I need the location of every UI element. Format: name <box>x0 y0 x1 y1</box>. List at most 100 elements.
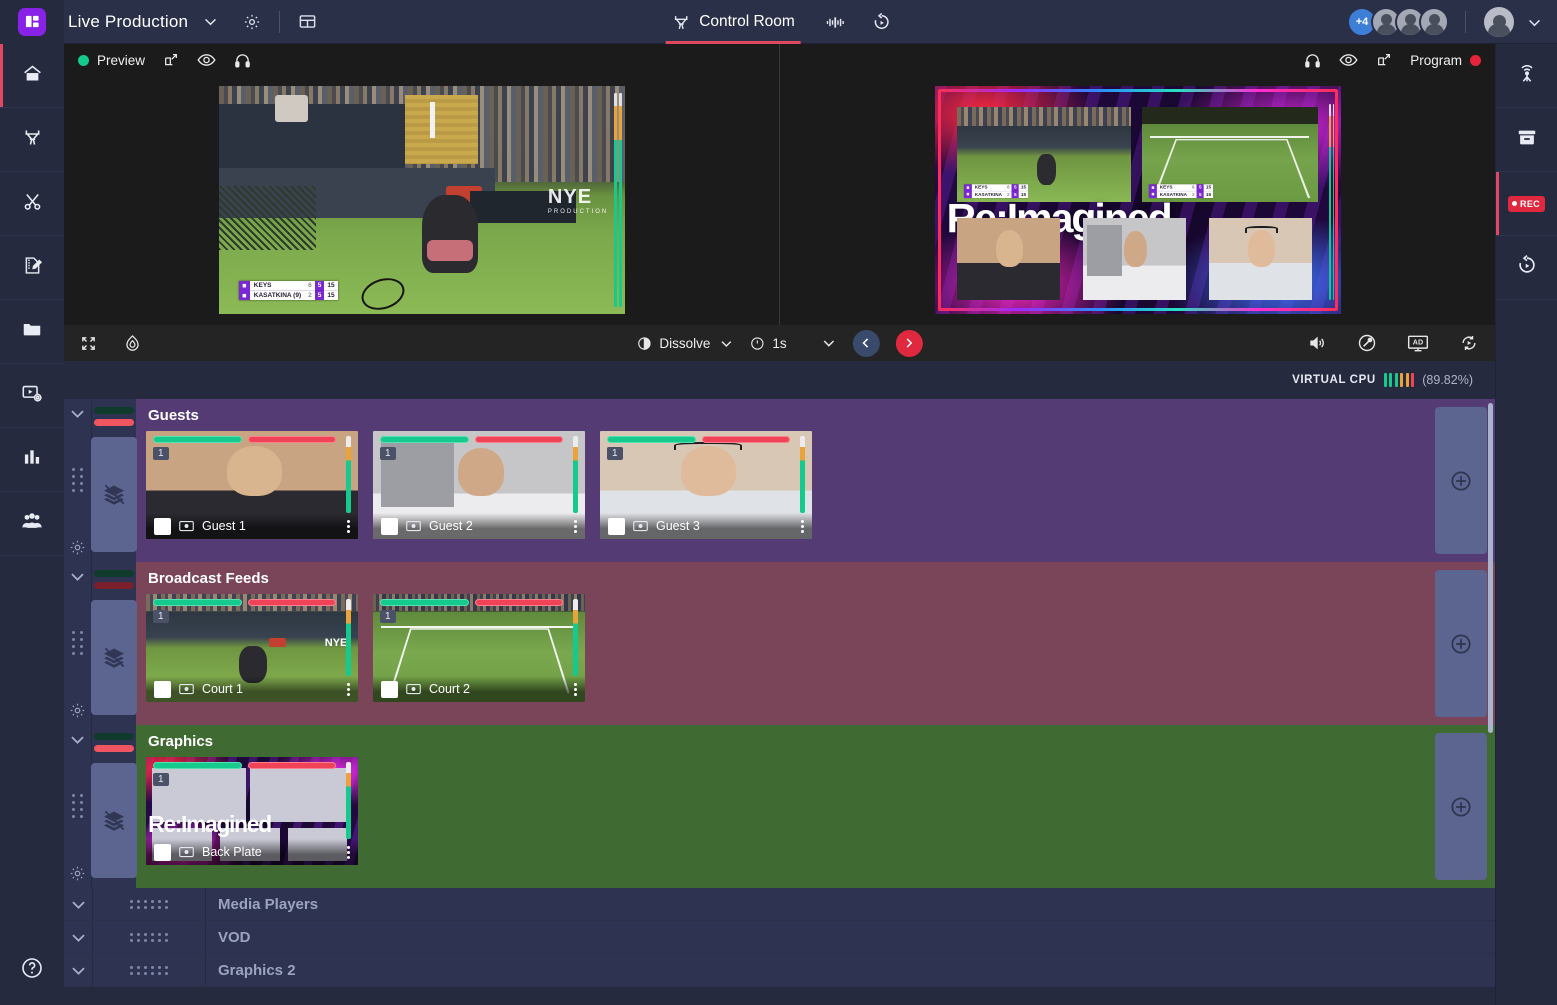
gear-icon[interactable] <box>64 695 92 725</box>
layers-off-icon[interactable] <box>91 763 137 878</box>
select-checkbox[interactable] <box>154 843 171 861</box>
select-checkbox[interactable] <box>154 680 171 698</box>
source-thumbnail[interactable]: 1 Court 2 <box>373 594 585 702</box>
svg-text:AD: AD <box>1413 337 1423 346</box>
rows-scrollbar[interactable] <box>1488 403 1493 733</box>
kebab-menu-icon[interactable] <box>574 682 577 696</box>
headphones-icon[interactable] <box>1304 52 1321 69</box>
cpu-label: VIRTUAL CPU <box>1292 374 1376 386</box>
drag-handle-icon[interactable] <box>93 899 205 909</box>
sidebar-item-production[interactable] <box>0 108 64 172</box>
gear-icon[interactable] <box>64 858 92 888</box>
fullscreen-icon[interactable] <box>80 335 97 352</box>
preview-video[interactable]: NYE PRODUCTION ◼ ◼ KEYS KASATKINA (9) 6 2 <box>218 86 625 314</box>
sidebar-item-record[interactable]: REC <box>1495 172 1557 236</box>
sidebar-item-people[interactable] <box>0 492 64 556</box>
sidebar-item-notes[interactable] <box>0 236 64 300</box>
source-thumbnail[interactable]: 1 Guest 3 <box>600 431 812 539</box>
page-title: Live Production <box>68 11 189 31</box>
eye-icon[interactable] <box>197 53 216 67</box>
ad-screen-icon[interactable]: AD <box>1407 334 1429 353</box>
audio-mixer-icon[interactable] <box>826 15 846 30</box>
collapsed-row-graphics-2[interactable]: Graphics 2 <box>64 954 1495 987</box>
camera-source-icon <box>406 520 421 532</box>
eye-icon[interactable] <box>1339 53 1358 67</box>
program-video[interactable]: ◼ ◼ KEYS KASATKINA 62 55 15 15 ◼ ◼ KEYS KASAT… <box>934 86 1341 314</box>
help-circle-icon[interactable] <box>20 956 44 985</box>
sidebar-item-analytics[interactable] <box>0 428 64 492</box>
row-title: Broadcast Feeds <box>148 570 269 587</box>
source-thumbnail[interactable]: 1 Guest 2 <box>373 431 585 539</box>
collapsed-row-media-players[interactable]: Media Players <box>64 888 1495 921</box>
chevron-down-icon[interactable] <box>64 928 92 947</box>
camera-source-icon <box>179 683 194 695</box>
select-checkbox[interactable] <box>608 517 625 535</box>
add-source-button[interactable] <box>1435 407 1487 554</box>
select-checkbox[interactable] <box>381 680 398 698</box>
replay-icon[interactable] <box>872 12 892 32</box>
layers-off-icon[interactable] <box>91 600 137 715</box>
thumbnail-list: NYE 1 Court 1 1 Court 2 <box>146 594 1495 702</box>
rec-badge-icon: REC <box>1508 195 1545 212</box>
drag-handle-icon[interactable] <box>93 932 205 942</box>
gear-icon[interactable] <box>64 532 92 562</box>
layout-icon[interactable] <box>298 12 317 31</box>
transition-duration-label: 1s <box>772 335 787 351</box>
chevron-down-icon[interactable] <box>64 399 92 427</box>
program-monitor: Program ◼ ◼ KEYS KASATKINA 62 55 15 15 ◼… <box>780 44 1495 325</box>
source-thumbnail[interactable]: NYE 1 Court 1 <box>146 594 358 702</box>
sidebar-item-media[interactable] <box>0 300 64 364</box>
speaker-icon[interactable] <box>1307 334 1327 352</box>
sidebar-item-archive[interactable] <box>1495 108 1557 172</box>
chevron-down-icon[interactable] <box>64 562 92 590</box>
chevron-down-icon[interactable] <box>64 725 92 753</box>
app-logo[interactable] <box>0 0 64 44</box>
kebab-menu-icon[interactable] <box>347 519 350 533</box>
chevron-down-icon[interactable] <box>202 13 219 30</box>
kebab-menu-icon[interactable] <box>347 845 350 859</box>
level-bar <box>800 436 805 513</box>
kebab-menu-icon[interactable] <box>801 519 804 533</box>
drag-handle-icon[interactable] <box>93 965 205 975</box>
collaborator-avatars[interactable]: +4 <box>1347 7 1449 37</box>
sidebar-item-player-settings[interactable] <box>0 364 64 428</box>
chevron-down-icon[interactable] <box>64 895 92 914</box>
source-thumbnail[interactable]: 1 Guest 1 <box>146 431 358 539</box>
avatar[interactable] <box>1419 7 1449 37</box>
collapsed-row-vod[interactable]: VOD <box>64 921 1495 954</box>
previous-transition-button[interactable] <box>852 329 880 357</box>
level-bar <box>573 599 578 676</box>
source-thumbnail[interactable]: Re:Imagined 1 Back Plate <box>146 757 358 865</box>
gear-icon[interactable] <box>243 13 261 31</box>
transition-duration-select[interactable]: 1s <box>749 335 787 351</box>
drag-handle-icon[interactable] <box>72 753 83 858</box>
loop-play-icon[interactable] <box>1459 333 1479 353</box>
headphones-icon[interactable] <box>234 52 251 69</box>
layers-off-icon[interactable] <box>91 437 137 552</box>
drag-handle-icon[interactable] <box>72 590 83 695</box>
transition-toolbar: Dissolve 1s AD <box>64 325 1495 361</box>
flame-icon[interactable] <box>123 334 142 353</box>
add-source-button[interactable] <box>1435 570 1487 717</box>
sidebar-item-edit[interactable] <box>0 172 64 236</box>
preview-label-group: Preview <box>78 53 145 68</box>
popout-icon[interactable] <box>163 52 179 68</box>
tab-control-room[interactable]: Control Room <box>665 0 801 44</box>
chevron-down-icon[interactable] <box>821 335 837 351</box>
drag-handle-icon[interactable] <box>72 427 83 532</box>
transition-type-select[interactable]: Dissolve <box>636 336 733 351</box>
select-checkbox[interactable] <box>154 517 171 535</box>
kebab-menu-icon[interactable] <box>347 682 350 696</box>
comet-icon[interactable] <box>1357 333 1377 353</box>
chevron-down-icon[interactable] <box>64 961 92 980</box>
chevron-down-icon[interactable] <box>1526 14 1543 31</box>
sidebar-item-broadcast[interactable] <box>1495 44 1557 108</box>
kebab-menu-icon[interactable] <box>574 519 577 533</box>
take-transition-button[interactable] <box>895 329 923 357</box>
user-avatar[interactable] <box>1482 5 1516 39</box>
sidebar-item-replay[interactable] <box>1495 236 1557 300</box>
select-checkbox[interactable] <box>381 517 398 535</box>
add-source-button[interactable] <box>1435 733 1487 880</box>
sidebar-item-home[interactable] <box>0 44 64 108</box>
popout-icon[interactable] <box>1376 52 1392 68</box>
